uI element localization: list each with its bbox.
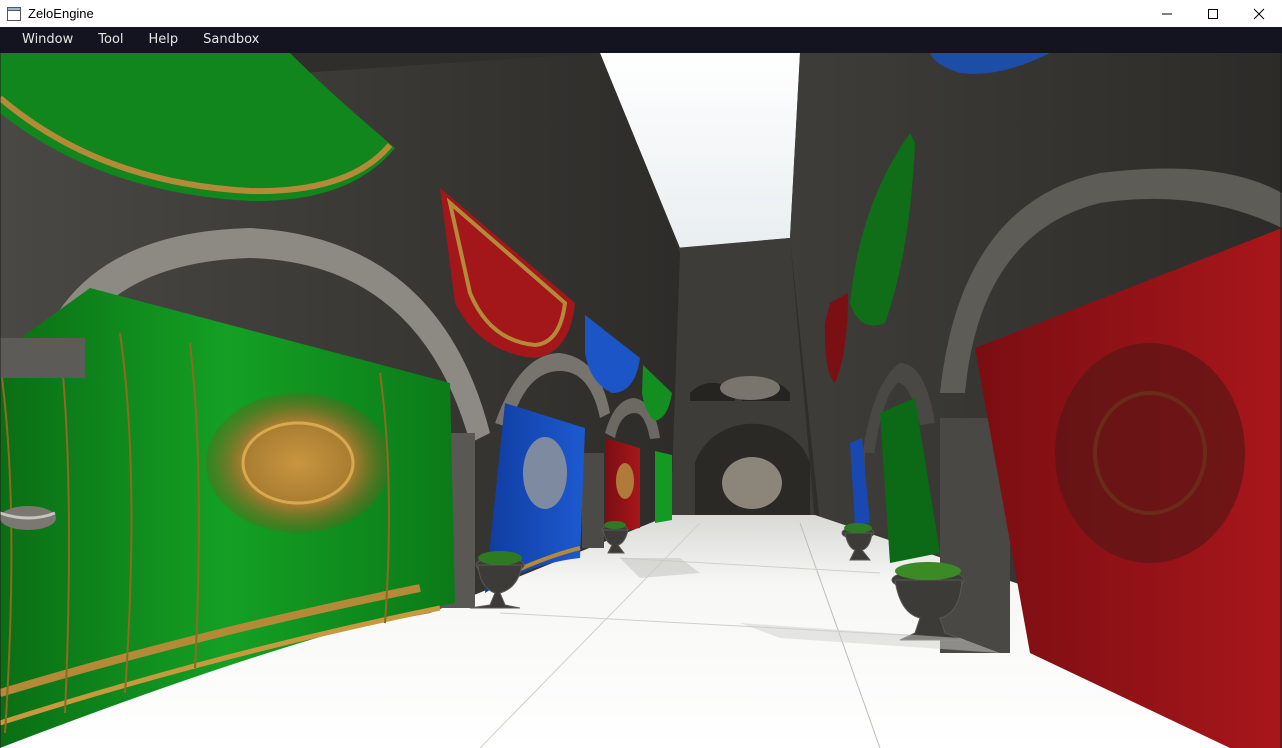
- menu-window[interactable]: Window: [14, 27, 81, 53]
- minimize-icon: [1162, 13, 1172, 14]
- title-bar: ZeloEngine: [0, 0, 1282, 27]
- close-icon: [1253, 8, 1265, 19]
- maximize-button[interactable]: [1190, 0, 1236, 27]
- app-icon: [6, 6, 22, 22]
- maximize-icon: [1208, 8, 1218, 19]
- minimize-button[interactable]: [1144, 0, 1190, 27]
- scene-render: [0, 53, 1282, 748]
- menu-sandbox[interactable]: Sandbox: [195, 27, 267, 53]
- render-viewport[interactable]: [0, 53, 1282, 748]
- menu-bar: Window Tool Help Sandbox: [0, 27, 1282, 53]
- window-title: ZeloEngine: [28, 6, 94, 21]
- menu-help[interactable]: Help: [141, 27, 187, 53]
- close-button[interactable]: [1236, 0, 1282, 27]
- window-controls: [1144, 0, 1282, 27]
- menu-tool[interactable]: Tool: [90, 27, 131, 53]
